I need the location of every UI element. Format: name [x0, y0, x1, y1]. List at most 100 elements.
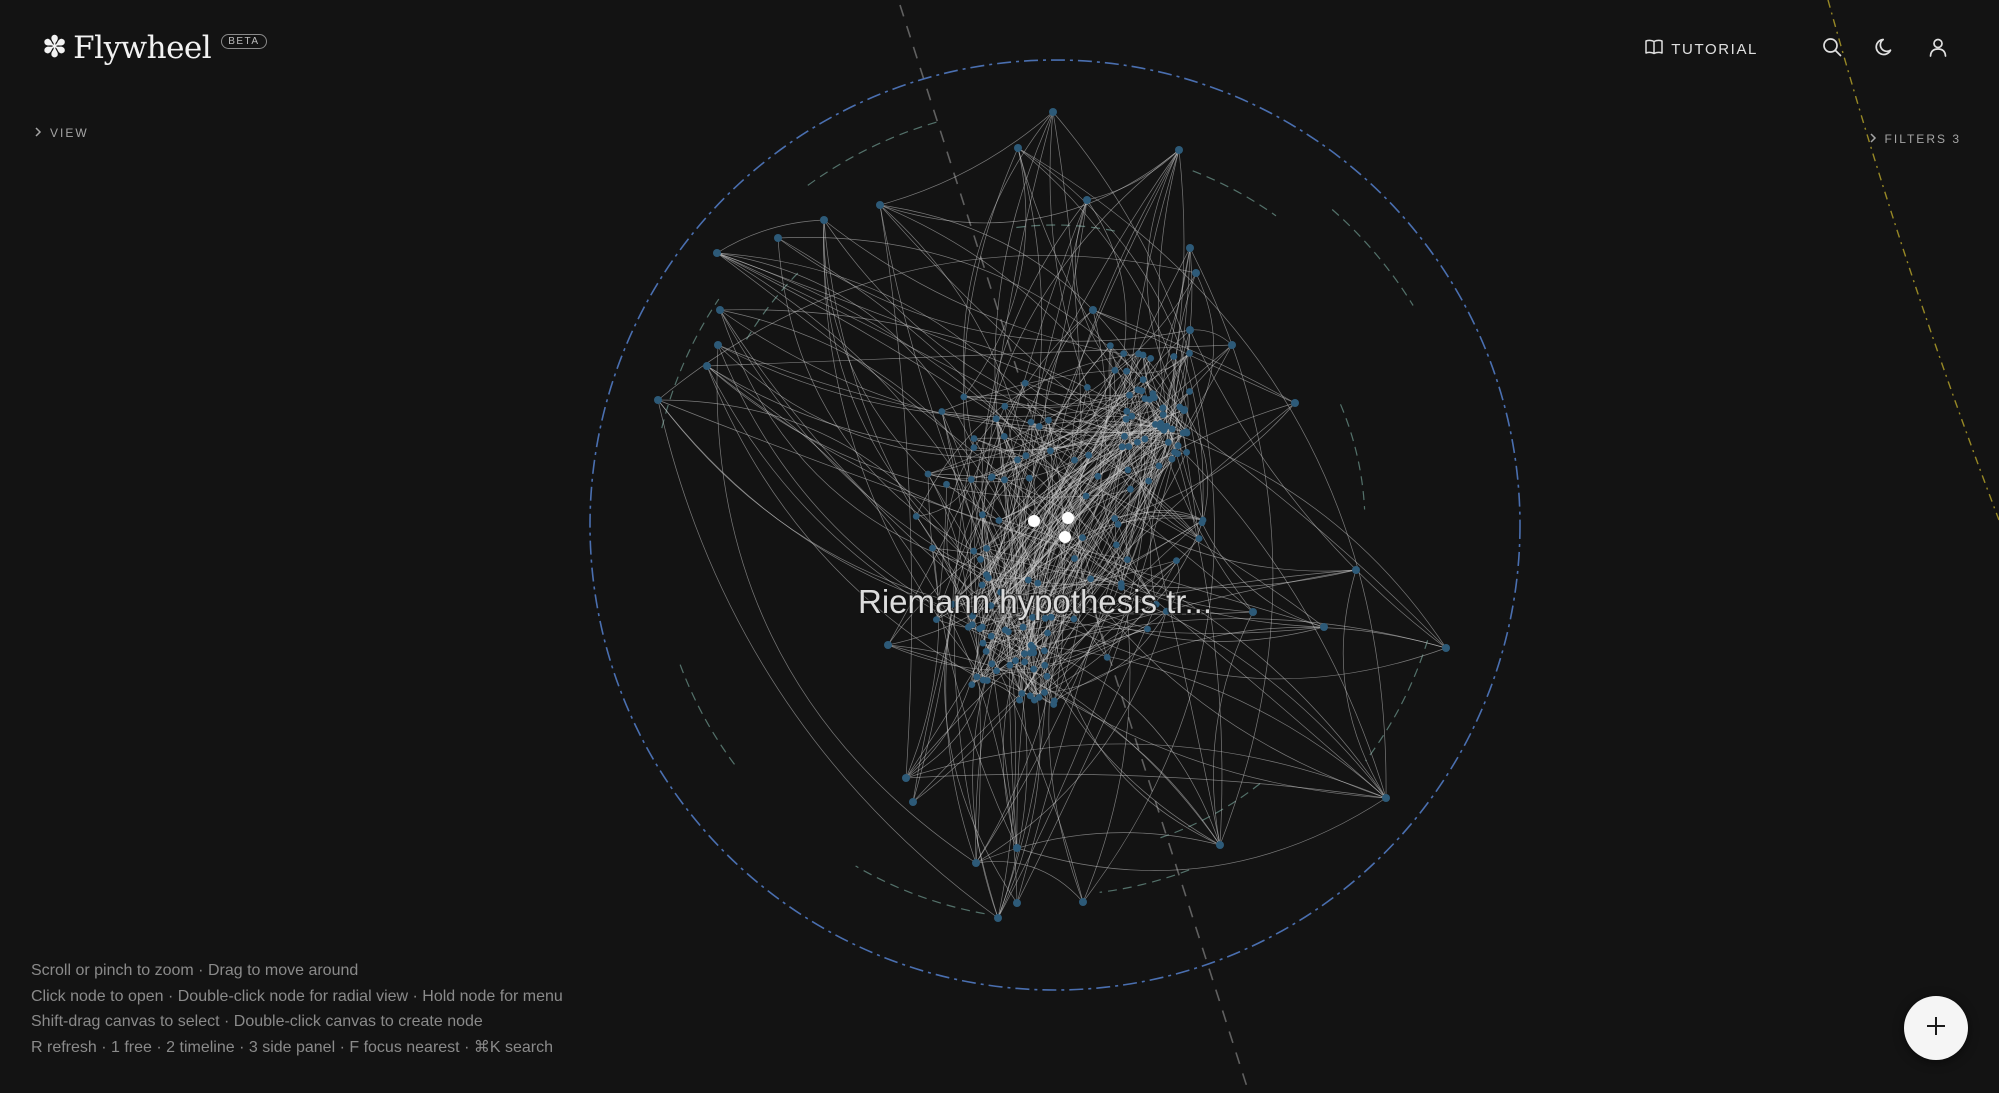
graph-node[interactable]	[1163, 422, 1171, 430]
tutorial-button[interactable]: TUTORIAL	[1645, 39, 1758, 59]
graph-node[interactable]	[1083, 384, 1091, 391]
graph-canvas[interactable]: Riemann hypothesis tr...	[0, 0, 1999, 1093]
graph-node[interactable]	[1021, 379, 1029, 387]
graph-node[interactable]	[1124, 466, 1132, 474]
graph-node[interactable]	[943, 480, 950, 488]
graph-node[interactable]	[1111, 366, 1119, 374]
graph-node[interactable]	[993, 667, 1000, 675]
graph-node[interactable]	[1030, 665, 1037, 673]
graph-node[interactable]	[1018, 690, 1026, 697]
graph-node[interactable]	[1021, 658, 1028, 666]
graph-node[interactable]	[1026, 692, 1034, 700]
graph-node[interactable]	[970, 547, 978, 555]
graph-node[interactable]	[1022, 452, 1030, 460]
graph-node[interactable]	[1114, 521, 1122, 528]
graph-node[interactable]	[1128, 412, 1136, 420]
graph-node[interactable]	[1179, 429, 1187, 437]
graph-node[interactable]	[1127, 485, 1134, 493]
graph-node[interactable]	[1134, 438, 1141, 446]
graph-node[interactable]	[970, 444, 978, 451]
graph-node[interactable]	[1198, 519, 1206, 527]
graph-node[interactable]	[1123, 407, 1131, 415]
graph-node[interactable]	[1013, 844, 1021, 852]
graph-node[interactable]	[876, 201, 884, 209]
graph-node[interactable]	[1019, 623, 1027, 631]
graph-node[interactable]	[1145, 477, 1152, 485]
graph-node[interactable]	[1016, 696, 1023, 704]
graph-node[interactable]	[1126, 391, 1133, 399]
graph-node[interactable]	[1000, 433, 1008, 440]
graph-node[interactable]	[970, 435, 978, 442]
graph-node[interactable]	[1135, 350, 1142, 358]
graph-node[interactable]	[1103, 654, 1111, 661]
graph-node[interactable]	[716, 306, 724, 314]
graph-node[interactable]	[982, 648, 990, 655]
graph-node[interactable]	[973, 673, 981, 681]
graph-node[interactable]	[988, 660, 996, 668]
graph-node[interactable]	[1001, 626, 1009, 634]
graph-node[interactable]	[1174, 450, 1181, 458]
graph-node[interactable]	[1291, 399, 1299, 407]
graph-node[interactable]	[979, 676, 987, 684]
graph-node[interactable]	[714, 341, 722, 349]
graph-node[interactable]	[1014, 144, 1022, 152]
graph-node[interactable]	[929, 544, 936, 552]
graph-node[interactable]	[1050, 701, 1058, 708]
focus-node[interactable]	[1059, 531, 1071, 543]
graph-node[interactable]	[902, 774, 910, 782]
graph-node[interactable]	[938, 408, 946, 415]
graph-node[interactable]	[1164, 438, 1172, 446]
graph-node[interactable]	[1079, 534, 1086, 541]
graph-node[interactable]	[1094, 472, 1102, 480]
graph-node[interactable]	[1013, 899, 1021, 907]
graph-node[interactable]	[1173, 557, 1180, 564]
graph-node[interactable]	[1029, 644, 1037, 651]
graph-node[interactable]	[1186, 244, 1194, 252]
graph-node[interactable]	[1170, 353, 1178, 360]
graph-node[interactable]	[1249, 608, 1257, 616]
graph-node[interactable]	[820, 216, 828, 224]
graph-node[interactable]	[983, 545, 990, 552]
graph-node[interactable]	[1041, 689, 1048, 696]
graph-node[interactable]	[1157, 419, 1165, 427]
graph-node[interactable]	[1176, 403, 1184, 411]
graph-node[interactable]	[1043, 672, 1051, 680]
graph-node[interactable]	[992, 415, 1000, 423]
graph-node[interactable]	[1168, 455, 1176, 463]
graph-node[interactable]	[774, 234, 782, 242]
graph-node[interactable]	[1118, 443, 1126, 451]
graph-node[interactable]	[1183, 448, 1190, 456]
graph-node[interactable]	[1228, 341, 1236, 349]
search-button[interactable]	[1821, 37, 1843, 60]
graph-node[interactable]	[884, 641, 892, 649]
graph-node[interactable]	[924, 470, 932, 478]
graph-node[interactable]	[1124, 556, 1131, 563]
graph-node[interactable]	[1186, 326, 1194, 334]
graph-node[interactable]	[1382, 794, 1390, 802]
graph-node[interactable]	[713, 249, 721, 257]
graph-node[interactable]	[1174, 442, 1182, 450]
app-logo[interactable]: ✽ Flywheel BETA	[42, 30, 267, 66]
graph-node[interactable]	[703, 362, 711, 370]
graph-node[interactable]	[1014, 456, 1021, 464]
graph-node[interactable]	[968, 621, 976, 629]
theme-toggle-button[interactable]	[1874, 38, 1896, 60]
graph-node[interactable]	[1175, 146, 1183, 154]
graph-node[interactable]	[994, 914, 1002, 922]
graph-node[interactable]	[1125, 443, 1133, 450]
graph-node[interactable]	[1111, 515, 1119, 522]
graph-node[interactable]	[1186, 388, 1193, 395]
graph-node[interactable]	[972, 859, 980, 867]
graph-node[interactable]	[1071, 456, 1078, 464]
graph-node[interactable]	[1083, 196, 1091, 204]
graph-node[interactable]	[1123, 367, 1130, 375]
graph-node[interactable]	[1155, 462, 1163, 470]
graph-node[interactable]	[1027, 418, 1035, 426]
graph-node[interactable]	[1089, 306, 1097, 314]
graph-node[interactable]	[988, 473, 996, 481]
graph-node[interactable]	[1141, 395, 1149, 402]
graph-node[interactable]	[1044, 629, 1051, 637]
graph-node[interactable]	[1121, 432, 1128, 440]
graph-node[interactable]	[987, 632, 995, 640]
graph-node[interactable]	[1159, 411, 1167, 418]
